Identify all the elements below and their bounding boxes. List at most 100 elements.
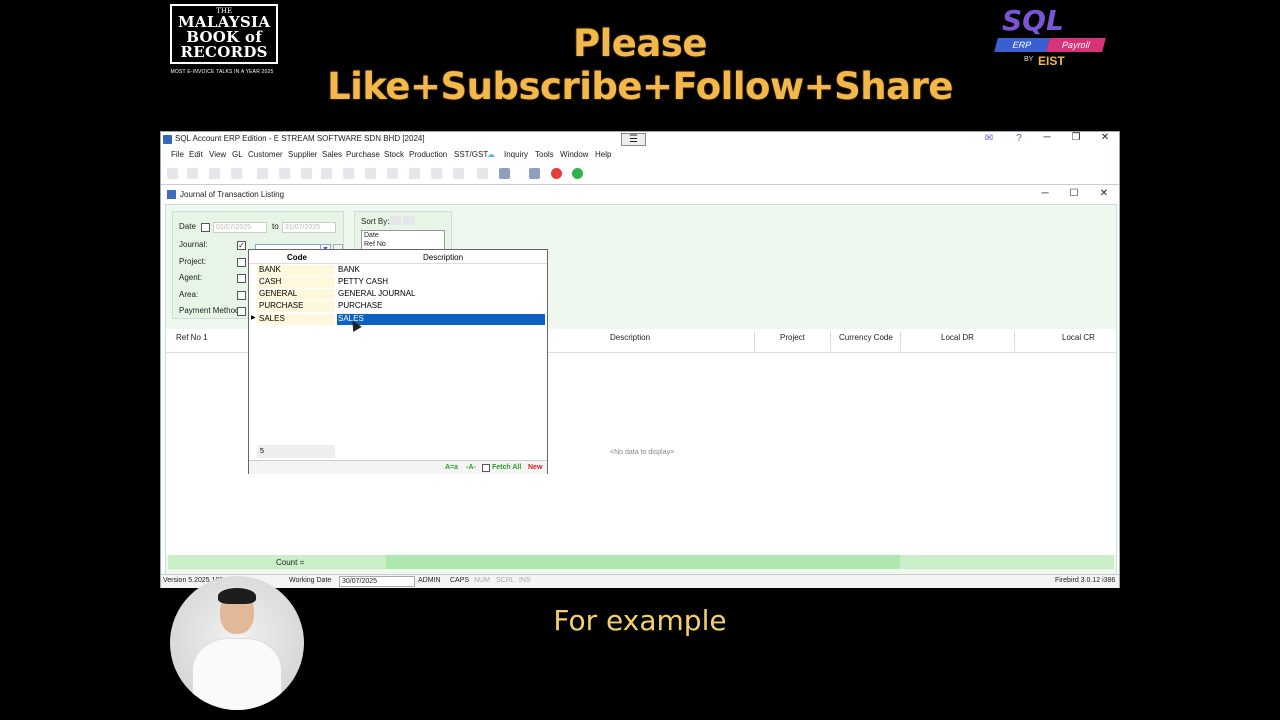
printer-icon[interactable]: [499, 168, 510, 179]
toolbar-icon[interactable]: [343, 168, 354, 179]
col-currency-code[interactable]: Currency Code: [839, 333, 893, 342]
menu-edit[interactable]: Edit: [189, 150, 203, 159]
sort-item-date[interactable]: Date: [364, 231, 444, 240]
new-button[interactable]: New: [528, 464, 542, 471]
working-date-field[interactable]: 30/07/2025: [339, 576, 415, 587]
chat-icon[interactable]: ✉: [979, 133, 999, 144]
col-local-cr[interactable]: Local CR: [1062, 333, 1095, 342]
menu-file[interactable]: File: [171, 150, 184, 159]
close-button[interactable]: ✕: [1095, 132, 1115, 143]
dropdown-row[interactable]: BANK BANK: [249, 264, 547, 276]
agent-label: Agent:: [179, 273, 203, 282]
sql-logo-payroll: Payroll: [1046, 38, 1106, 52]
count-label: Count =: [276, 558, 305, 567]
dropdown-row-selected[interactable]: ▶ SALES SALES: [249, 313, 547, 325]
journal-label: Journal:: [179, 240, 208, 249]
fetch-all-checkbox[interactable]: [482, 464, 490, 472]
journal-checkbox[interactable]: ✓: [237, 241, 246, 250]
menu-tools[interactable]: Tools: [535, 150, 554, 159]
toolbar-icon[interactable]: [187, 168, 198, 179]
child-close-button[interactable]: ✕: [1094, 188, 1114, 199]
app-icon: [163, 135, 172, 144]
col-description[interactable]: Description: [610, 333, 650, 342]
dropdown-row-code: GENERAL: [257, 289, 335, 300]
sort-panel: Sort By: Date Ref No: [354, 211, 452, 251]
date-to-field[interactable]: 31/07/2025: [282, 222, 336, 233]
case-sensitive-toggle[interactable]: A=a: [445, 464, 458, 471]
toolbar-icon[interactable]: [453, 168, 464, 179]
logo-title: MALAYSIA BOOK of RECORDS: [178, 13, 271, 61]
document-icon[interactable]: [529, 168, 540, 179]
minimize-button[interactable]: ─: [1037, 132, 1057, 143]
presenter-hair: [218, 588, 256, 604]
menu-stock[interactable]: Stock: [384, 150, 404, 159]
col-project[interactable]: Project: [780, 333, 805, 342]
toolbar-icon[interactable]: [365, 168, 376, 179]
dropdown-col-description[interactable]: Description: [423, 253, 463, 262]
menu-production[interactable]: Production: [409, 150, 447, 159]
menu-view[interactable]: View: [209, 150, 226, 159]
project-checkbox[interactable]: [237, 258, 246, 267]
col-ref-no-1[interactable]: Ref No 1: [176, 333, 208, 342]
menu-help[interactable]: Help: [595, 150, 611, 159]
menu-supplier[interactable]: Supplier: [288, 150, 317, 159]
youtube-icon[interactable]: [551, 168, 562, 179]
payment-method-checkbox[interactable]: [237, 307, 246, 316]
toolbar-icon[interactable]: [279, 168, 290, 179]
fetch-all-label: Fetch All: [492, 464, 522, 471]
dropdown-row[interactable]: PURCHASE PURCHASE: [249, 300, 547, 312]
area-checkbox[interactable]: [237, 291, 246, 300]
dropdown-row-description: PURCHASE: [338, 301, 383, 310]
toolbar: [161, 163, 1119, 185]
sort-list[interactable]: Date Ref No: [361, 230, 445, 250]
row-indicator-icon: ▶: [251, 315, 256, 321]
toolbar-icon[interactable]: [409, 168, 420, 179]
sort-up-icon[interactable]: [389, 216, 401, 225]
toolbar-icon[interactable]: [301, 168, 312, 179]
help-icon[interactable]: ?: [1009, 133, 1029, 144]
toolbar-icon[interactable]: [209, 168, 220, 179]
working-date-label: Working Date: [289, 577, 332, 584]
sort-down-icon[interactable]: [403, 216, 415, 225]
footer-summary-cell: [386, 555, 900, 569]
sql-logo-eist: EIST: [1038, 54, 1065, 68]
restore-button[interactable]: ❐: [1066, 132, 1086, 143]
sql-logo-by: BY: [1024, 56, 1034, 63]
dropdown-row-description: GENERAL JOURNAL: [338, 289, 416, 298]
whole-word-toggle[interactable]: -A-: [466, 464, 476, 471]
video-frame: THE MALAYSIA BOOK of RECORDS MOST E-INVO…: [0, 0, 1280, 720]
toolbar-icon[interactable]: [431, 168, 442, 179]
child-maximize-button[interactable]: ☐: [1064, 188, 1084, 199]
sort-item-ref-no[interactable]: Ref No: [364, 240, 444, 249]
scrl-indicator: SCRL: [496, 577, 515, 584]
col-local-dr[interactable]: Local DR: [941, 333, 974, 342]
home-icon[interactable]: [167, 168, 178, 179]
agent-checkbox[interactable]: [237, 274, 246, 283]
menu-purchase[interactable]: Purchase: [346, 150, 380, 159]
menu-customer[interactable]: Customer: [248, 150, 283, 159]
hamburger-menu-button[interactable]: ☰: [621, 133, 646, 146]
sql-erp-payroll-logo: SQL ERP Payroll BY EIST: [992, 2, 1110, 72]
whatsapp-icon[interactable]: [572, 168, 583, 179]
date-from-field[interactable]: 01/07/2025: [213, 222, 267, 233]
menu-sst-gst[interactable]: SST/GST: [454, 150, 488, 159]
menu-inquiry[interactable]: Inquiry: [504, 150, 528, 159]
date-checkbox[interactable]: [201, 223, 210, 232]
toolbar-icon[interactable]: [477, 168, 488, 179]
menu-window[interactable]: Window: [560, 150, 588, 159]
dropdown-row[interactable]: CASH PETTY CASH: [249, 276, 547, 288]
menu-gl[interactable]: GL: [232, 150, 243, 159]
dropdown-row[interactable]: GENERAL GENERAL JOURNAL: [249, 288, 547, 300]
toolbar-icon[interactable]: [387, 168, 398, 179]
child-window-title-bar: Journal of Transaction Listing ─ ☐ ✕: [165, 188, 1117, 203]
dropdown-col-code[interactable]: Code: [287, 253, 307, 262]
cloud-icon[interactable]: ☁: [487, 150, 495, 159]
toolbar-icon[interactable]: [231, 168, 242, 179]
dropdown-footer: A=a -A- Fetch All New: [249, 460, 547, 474]
child-minimize-button[interactable]: ─: [1035, 188, 1055, 199]
menu-bar: File Edit View GL Customer Supplier Sale…: [161, 148, 1119, 162]
toolbar-icon[interactable]: [321, 168, 332, 179]
dropdown-record-count: 5: [257, 445, 335, 458]
menu-sales[interactable]: Sales: [322, 150, 342, 159]
toolbar-icon[interactable]: [257, 168, 268, 179]
